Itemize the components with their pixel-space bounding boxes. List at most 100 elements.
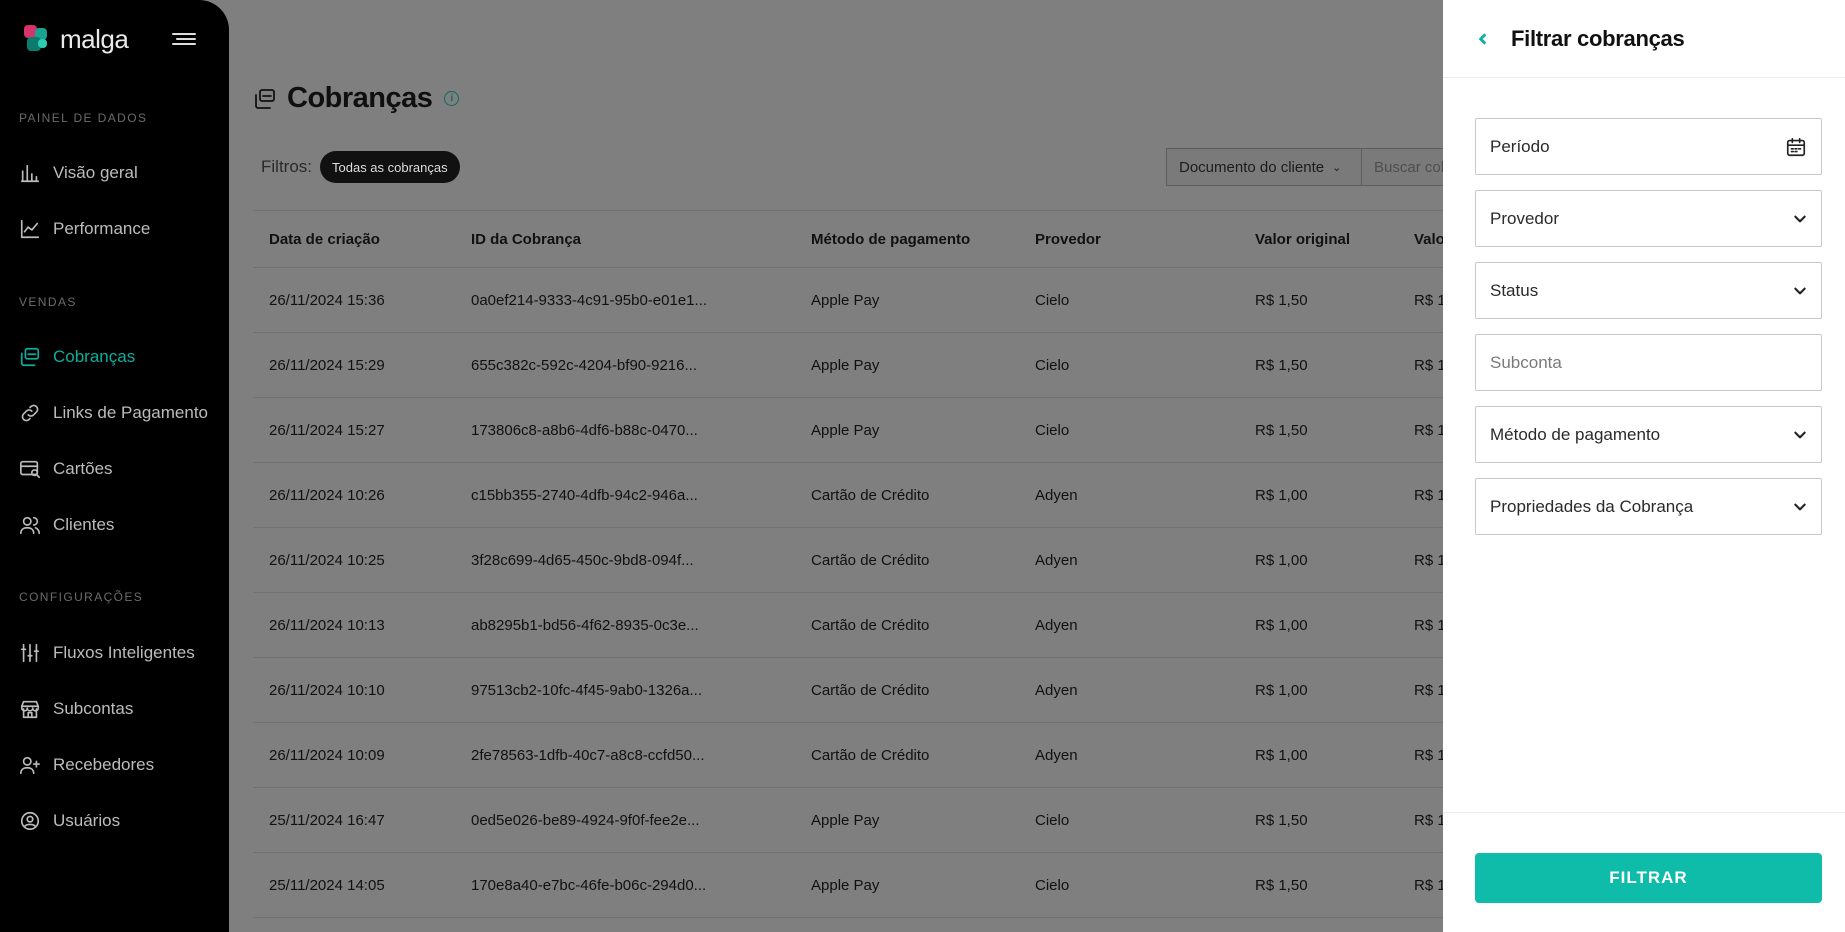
table-header: Data de criação ID da Cobrança Método de… [253, 210, 1485, 268]
original-amount-cell: R$ 1,00 [1255, 616, 1308, 634]
card-search-icon [20, 460, 40, 479]
sidebar-item-links-pagamento[interactable]: Links de Pagamento [19, 395, 208, 431]
drawer-header: Filtrar cobranças [1443, 0, 1845, 78]
sidebar-item-subcontas[interactable]: Subcontas [19, 691, 133, 727]
sidebar-item-label: Fluxos Inteligentes [53, 643, 195, 662]
menu-collapse-icon[interactable] [172, 30, 196, 50]
store-icon [20, 700, 40, 719]
sidebar-item-clientes[interactable]: Clientes [19, 507, 114, 543]
charges-table: Data de criação ID da Cobrança Método de… [253, 210, 1485, 918]
filter-button[interactable]: FILTRAR [1475, 853, 1822, 903]
table-body: 26/11/2024 15:36 0a0ef214-9333-4c91-95b0-… [253, 268, 1485, 918]
created-at-cell: 26/11/2024 15:27 [269, 421, 385, 439]
status-label: Status [1490, 280, 1539, 300]
column-header[interactable]: ID da Cobrança [471, 211, 581, 267]
payment-method-cell: Cartão de Crédito [811, 486, 930, 504]
bar-chart-icon [20, 164, 40, 183]
filter-drawer: Filtrar cobranças Período Provedor Statu… [1443, 0, 1845, 932]
sidebar-item-cartoes[interactable]: Cartões [19, 451, 113, 487]
sidebar-item-cobrancas[interactable]: Cobranças [19, 339, 135, 375]
sidebar-item-fluxos[interactable]: Fluxos Inteligentes [19, 635, 195, 671]
payment-method-cell: Apple Pay [811, 421, 880, 439]
charge-id-cell: 0ed5e026-be89-4924-9f0f-fee2e... [471, 811, 700, 829]
charge-properties-select[interactable]: Propriedades da Cobrança [1475, 478, 1822, 535]
table-row[interactable]: 25/11/2024 16:47 0ed5e026-be89-4924-9f0f-… [253, 788, 1485, 853]
calendar-icon[interactable] [1785, 136, 1807, 158]
table-row[interactable]: 25/11/2024 14:05 170e8a40-e7bc-46fe-b06c-… [253, 853, 1485, 918]
provider-cell: Adyen [1035, 616, 1078, 634]
table-row[interactable]: 26/11/2024 10:25 3f28c699-4d65-450c-9bd8-… [253, 528, 1485, 593]
column-header[interactable]: Valor original [1255, 211, 1350, 267]
status-select[interactable]: Status [1475, 262, 1822, 319]
malga-logo-icon [24, 24, 54, 55]
column-header[interactable]: Data de criação [269, 211, 380, 267]
sidebar-item-label: Performance [53, 219, 151, 238]
created-at-cell: 25/11/2024 16:47 [269, 811, 385, 829]
users-icon [20, 516, 40, 535]
provider-cell: Cielo [1035, 876, 1070, 894]
info-icon[interactable]: i [444, 91, 460, 106]
payment-method-cell: Cartão de Crédito [811, 681, 930, 699]
created-at-cell: 26/11/2024 10:09 [269, 746, 385, 764]
payment-method-cell: Cartão de Crédito [811, 551, 930, 569]
original-amount-cell: R$ 1,50 [1255, 811, 1308, 829]
brand-name: malga [60, 24, 129, 54]
sidebar-item-visao-geral[interactable]: Visão geral [19, 155, 138, 191]
payment-method-cell: Apple Pay [811, 811, 880, 829]
back-chevron-icon[interactable] [1473, 29, 1493, 49]
period-field[interactable]: Período [1475, 118, 1822, 175]
charges-icon [20, 347, 40, 367]
brand-logo[interactable]: malga [24, 24, 129, 55]
drawer-footer: FILTRAR [1443, 812, 1845, 932]
sidebar-item-label: Subcontas [53, 699, 134, 718]
charge-id-cell: 170e8a40-e7bc-46fe-b06c-294d0... [471, 876, 707, 894]
chevron-down-icon [1794, 431, 1806, 438]
sidebar-item-recebedores[interactable]: Recebedores [19, 747, 154, 783]
drawer-title: Filtrar cobranças [1511, 25, 1685, 51]
sidebar-item-label: Cobranças [53, 347, 136, 366]
provider-cell: Adyen [1035, 681, 1078, 699]
charge-id-cell: 2fe78563-1dfb-40c7-a8c8-ccfd50... [471, 746, 705, 764]
provider-cell: Cielo [1035, 811, 1070, 829]
charge-id-cell: c15bb355-2740-4dfb-94c2-946a... [471, 486, 698, 504]
page-heading: Cobranças [287, 82, 433, 114]
created-at-cell: 25/11/2024 14:05 [269, 876, 385, 894]
table-row[interactable]: 26/11/2024 15:27 173806c8-a8b6-4df6-b88c-… [253, 398, 1485, 463]
original-amount-cell: R$ 1,00 [1255, 746, 1308, 764]
payment-method-label: Método de pagamento [1490, 424, 1661, 444]
sidebar-item-label: Clientes [53, 515, 115, 534]
created-at-cell: 26/11/2024 15:36 [269, 291, 385, 309]
provider-cell: Adyen [1035, 486, 1078, 504]
table-row[interactable]: 26/11/2024 15:36 0a0ef214-9333-4c91-95b0-… [253, 268, 1485, 333]
subaccount-input[interactable] [1490, 352, 1807, 373]
created-at-cell: 26/11/2024 10:10 [269, 681, 385, 699]
payment-method-cell: Cartão de Crédito [811, 616, 930, 634]
provider-label: Provedor [1490, 208, 1559, 228]
table-row[interactable]: 26/11/2024 15:29 655c382c-592c-4204-bf90-… [253, 333, 1485, 398]
table-row[interactable]: 26/11/2024 10:13 ab8295b1-bd56-4f62-8935-… [253, 593, 1485, 658]
column-header[interactable]: Método de pagamento [811, 211, 970, 267]
payment-method-select[interactable]: Método de pagamento [1475, 406, 1822, 463]
provider-select[interactable]: Provedor [1475, 190, 1822, 247]
provider-cell: Cielo [1035, 421, 1070, 439]
table-row[interactable]: 26/11/2024 10:09 2fe78563-1dfb-40c7-a8c8-… [253, 723, 1485, 788]
original-amount-cell: R$ 1,50 [1255, 291, 1308, 309]
column-header[interactable]: Provedor [1035, 211, 1101, 267]
filters-label: Filtros: [261, 157, 312, 176]
created-at-cell: 26/11/2024 15:29 [269, 356, 385, 374]
subaccount-field[interactable] [1475, 334, 1822, 391]
charge-properties-label: Propriedades da Cobrança [1490, 496, 1694, 516]
sliders-icon [20, 643, 40, 663]
sidebar-item-label: Visão geral [53, 163, 138, 182]
filter-chip-all[interactable]: Todas as cobranças [320, 151, 460, 183]
document-type-select[interactable]: Documento do cliente ⌄ [1166, 148, 1362, 186]
sidebar-item-usuarios[interactable]: Usuários [19, 803, 120, 839]
provider-cell: Cielo [1035, 291, 1070, 309]
section-title-painel: PAINEL DE DADOS [19, 111, 148, 125]
sidebar-item-performance[interactable]: Performance [19, 211, 150, 247]
table-row[interactable]: 26/11/2024 10:10 97513cb2-10fc-4f45-9ab0-… [253, 658, 1485, 723]
created-at-cell: 26/11/2024 10:13 [269, 616, 385, 634]
table-row[interactable]: 26/11/2024 10:26 c15bb355-2740-4dfb-94c2-… [253, 463, 1485, 528]
charge-id-cell: 0a0ef214-9333-4c91-95b0-e01e1... [471, 291, 708, 309]
page-title: Cobranças i [253, 82, 460, 115]
